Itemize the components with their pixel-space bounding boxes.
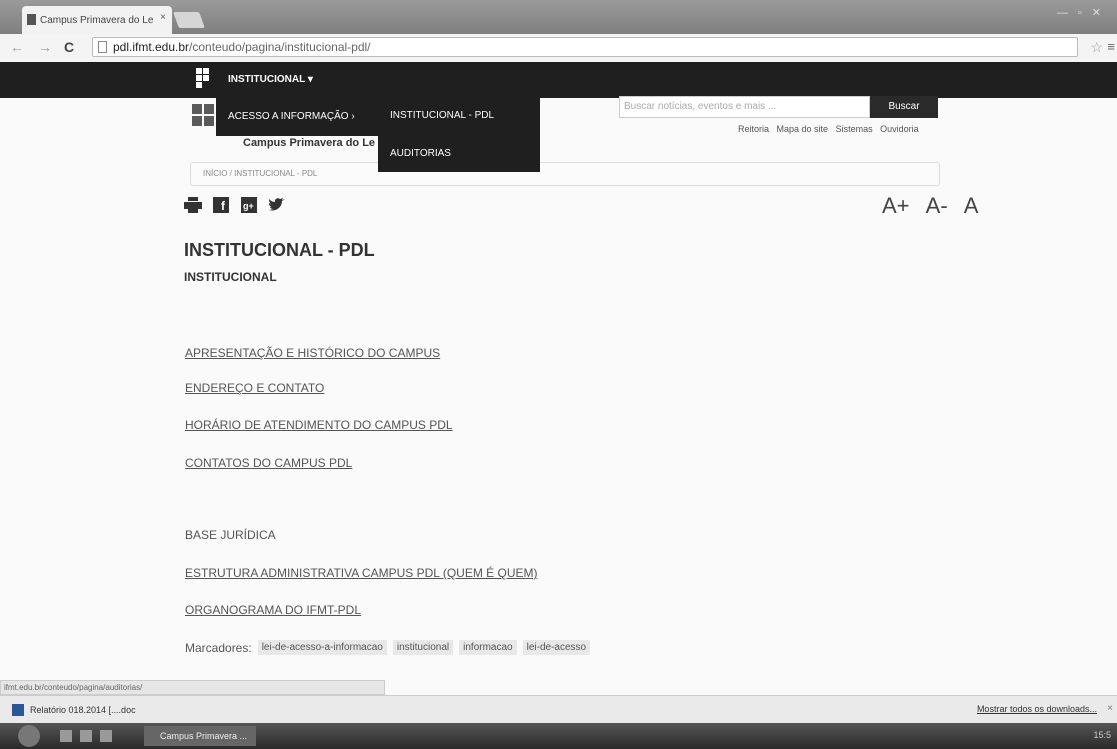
campus-name: Campus Primavera do Le <box>243 137 376 149</box>
page-subtitle: INSTITUCIONAL <box>184 270 277 284</box>
forward-arrow-icon[interactable]: → <box>38 39 52 55</box>
twitter-icon[interactable] <box>268 196 286 214</box>
system-clock: 15:5 <box>1093 730 1111 740</box>
reload-icon[interactable]: C <box>64 39 74 55</box>
browser-tab[interactable]: Campus Primavera do Le × <box>22 6 172 34</box>
browser-titlebar: Campus Primavera do Le × —▫✕ <box>0 0 1117 34</box>
taskbar-app-icon[interactable] <box>100 730 112 742</box>
menu-item-acesso-informacao[interactable]: ACESSO A INFORMAÇÃO › <box>216 98 378 136</box>
site-top-bar <box>0 62 1117 98</box>
show-all-downloads-link[interactable]: Mostrar todos os downloads... <box>977 704 1097 714</box>
taskbar-app-icon[interactable] <box>80 730 92 742</box>
link-endereco-contato[interactable]: ENDEREÇO E CONTATO <box>185 381 324 395</box>
font-size-controls: A+ A- A <box>872 193 978 219</box>
link-mapa-do-site[interactable]: Mapa do site <box>777 124 829 134</box>
tag-item[interactable]: lei-de-acesso <box>522 640 591 655</box>
browser-menu-icon[interactable]: ≡ <box>1107 39 1115 54</box>
address-toolbar: ← → C pdl.ifmt.edu.br/conteudo/pagina/in… <box>0 34 1117 63</box>
tag-item[interactable]: institucional <box>392 640 454 655</box>
section-base-juridica: BASE JURÍDICA <box>185 528 276 542</box>
tags-label: Marcadores: <box>185 640 252 655</box>
search-input[interactable]: Buscar notícias, eventos e mais ... <box>619 96 870 118</box>
search-button[interactable]: Buscar <box>870 96 938 118</box>
link-estrutura-administrativa[interactable]: ESTRUTURA ADMINISTRATIVA CAMPUS PDL (QUE… <box>185 566 537 580</box>
back-arrow-icon[interactable]: ← <box>10 39 24 55</box>
facebook-icon[interactable]: f <box>212 196 230 214</box>
font-reset-button[interactable]: A <box>964 193 979 218</box>
downloads-bar: Relatório 018.2014 [....doc Mostrar todo… <box>0 695 1117 724</box>
page-title: INSTITUCIONAL - PDL <box>184 240 375 260</box>
share-tools: f g+ <box>184 196 286 214</box>
taskbar-chrome-task[interactable]: Campus Primavera ... <box>144 726 256 746</box>
ifmt-logo-icon <box>196 68 210 88</box>
close-downloads-icon[interactable]: × <box>1107 703 1113 714</box>
word-file-icon <box>12 704 24 716</box>
breadcrumb: INÍCIO / INSTITUCIONAL - PDL <box>190 162 940 186</box>
tag-item[interactable]: informacao <box>459 640 517 655</box>
favicon-icon <box>27 14 36 25</box>
url-field[interactable]: pdl.ifmt.edu.br/conteudo/pagina/instituc… <box>92 37 1078 57</box>
tag-item[interactable]: lei-de-acesso-a-informacao <box>257 640 387 655</box>
svg-text:g+: g+ <box>243 201 254 211</box>
link-organograma[interactable]: ORGANOGRAMA DO IFMT-PDL <box>185 603 361 617</box>
status-url: ifmt.edu.br/conteudo/pagina/auditorias/ <box>0 680 385 695</box>
campus-logo-icon <box>192 104 214 126</box>
link-ouvidoria[interactable]: Ouvidoria <box>880 124 919 134</box>
new-tab-button[interactable] <box>173 12 205 28</box>
link-sistemas[interactable]: Sistemas <box>836 124 873 134</box>
link-horario-atendimento[interactable]: HORÁRIO DE ATENDIMENTO DO CAMPUS PDL <box>185 418 453 432</box>
font-increase-button[interactable]: A+ <box>882 193 910 218</box>
google-plus-icon[interactable]: g+ <box>240 196 258 214</box>
link-apresentacao[interactable]: APRESENTAÇÃO E HISTÓRICO DO CAMPUS <box>185 346 440 360</box>
print-icon[interactable] <box>184 196 202 214</box>
tab-close-icon[interactable]: × <box>160 12 166 23</box>
bookmark-star-icon[interactable]: ☆ <box>1090 39 1103 56</box>
download-filename: Relatório 018.2014 [....doc <box>30 705 136 715</box>
page-icon <box>98 41 107 53</box>
url-host: pdl.ifmt.edu.br <box>113 40 190 54</box>
menu-institucional[interactable]: INSTITUCIONAL ▾ <box>216 62 325 98</box>
menu-item-institucional-pdl[interactable]: INSTITUCIONAL - PDL <box>378 98 540 134</box>
font-decrease-button[interactable]: A- <box>926 193 948 218</box>
window-controls[interactable]: —▫✕ <box>1057 6 1111 19</box>
url-path: /conteudo/pagina/institucional-pdl/ <box>189 40 371 54</box>
tab-title: Campus Primavera do Le <box>40 14 154 26</box>
submenu-acesso-informacao: INSTITUCIONAL - PDL AUDITORIAS <box>378 98 540 172</box>
link-reitoria[interactable]: Reitoria <box>738 124 769 134</box>
quick-links: Reitoria Mapa do site Sistemas Ouvidoria <box>738 124 924 134</box>
download-item[interactable]: Relatório 018.2014 [....doc <box>8 700 168 720</box>
link-contatos-campus[interactable]: CONTATOS DO CAMPUS PDL <box>185 456 352 470</box>
start-button[interactable] <box>18 725 40 747</box>
taskbar-app-icon[interactable] <box>60 730 72 742</box>
tags-row: Marcadores: lei-de-acesso-a-informacao i… <box>185 640 591 655</box>
menu-item-auditorias[interactable]: AUDITORIAS <box>378 136 540 172</box>
os-taskbar: Campus Primavera ... 15:5 <box>0 723 1117 749</box>
